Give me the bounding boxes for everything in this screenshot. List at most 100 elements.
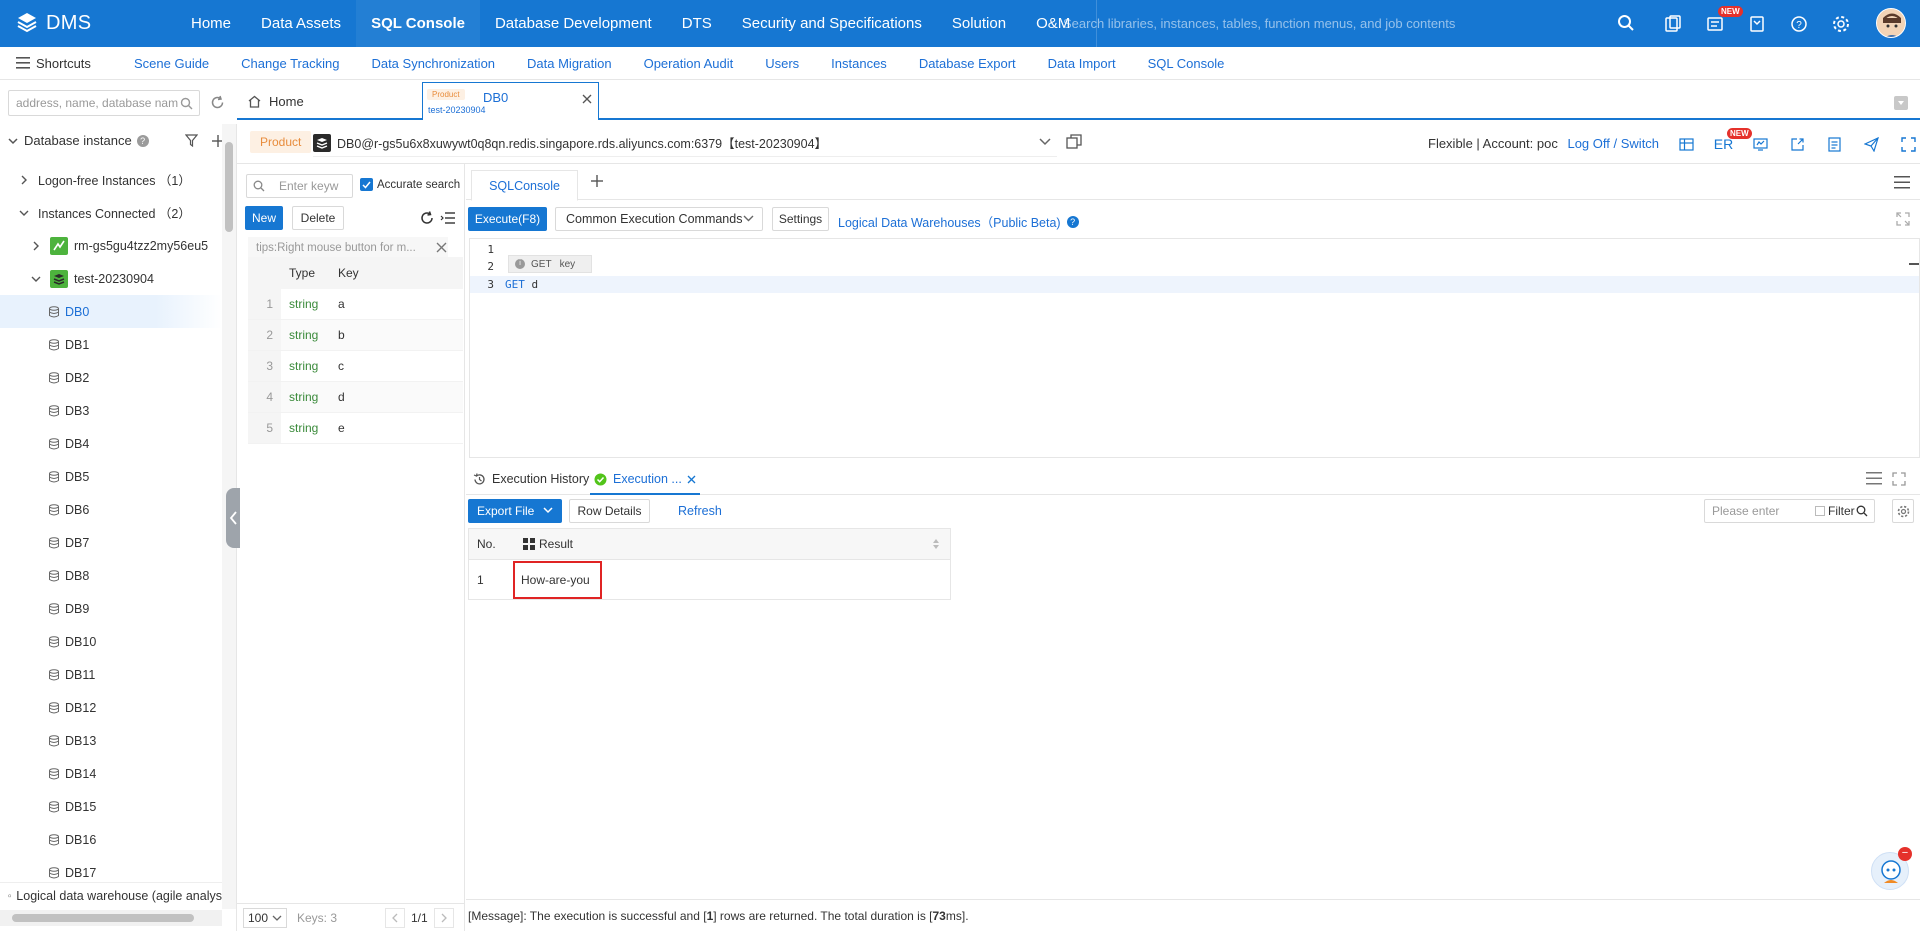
checkbox-unchecked-icon[interactable] <box>1815 506 1825 516</box>
autocomplete-hint[interactable]: i GET key <box>508 255 592 273</box>
result-settings-button[interactable] <box>1892 499 1914 523</box>
minus-badge-icon[interactable]: − <box>1898 847 1912 861</box>
nav-sql-console[interactable]: SQL Console <box>356 0 480 47</box>
connection-select[interactable]: DB0@r-gs5u6x8xuwywt0q8qn.redis.singapore… <box>313 129 1057 157</box>
logical-data-warehouse-item[interactable]: Logical data warehouse (agile analys <box>0 882 222 908</box>
chevron-down-icon[interactable] <box>8 136 18 146</box>
tree-database-db13[interactable]: DB13 <box>0 724 222 757</box>
link-data-synchronization[interactable]: Data Synchronization <box>355 56 511 71</box>
key-row[interactable]: 3 string c <box>248 351 463 382</box>
document-icon[interactable] <box>1816 136 1853 152</box>
search-icon[interactable] <box>1856 505 1868 517</box>
link-instances[interactable]: Instances <box>815 56 903 71</box>
execution-result-tab[interactable]: Execution ... <box>590 465 700 495</box>
tree-database-db16[interactable]: DB16 <box>0 823 222 856</box>
settings-gear-icon[interactable] <box>1820 0 1862 47</box>
help-icon[interactable]: ? <box>136 134 149 147</box>
next-page-button[interactable] <box>433 908 454 928</box>
table-icon[interactable] <box>1668 137 1705 152</box>
assistant-robot-button[interactable]: − <box>1871 847 1912 890</box>
log-off-link[interactable]: Log Off <box>1567 136 1609 151</box>
link-users[interactable]: Users <box>749 56 815 71</box>
delete-key-button[interactable]: Delete <box>292 206 344 230</box>
menu-icon[interactable] <box>1894 176 1910 189</box>
link-database-export[interactable]: Database Export <box>903 56 1032 71</box>
tree-database-db8[interactable]: DB8 <box>0 559 222 592</box>
link-change-tracking[interactable]: Change Tracking <box>225 56 355 71</box>
scroll-thumb[interactable] <box>12 914 194 922</box>
tree-logon-free[interactable]: Logon-free Instances （1） <box>0 163 222 196</box>
new-key-button[interactable]: New <box>245 206 283 230</box>
result-row[interactable]: 1 How-are-you <box>469 560 950 599</box>
menu-icon[interactable] <box>1866 472 1882 485</box>
row-details-button[interactable]: Row Details <box>569 499 650 523</box>
add-tab-icon[interactable] <box>591 175 603 187</box>
key-row[interactable]: 1 string a <box>248 289 463 320</box>
help-icon[interactable]: ? <box>1066 215 1079 228</box>
refresh-icon[interactable] <box>420 211 434 225</box>
filter-icon[interactable] <box>184 134 198 147</box>
key-row[interactable]: 4 string d <box>248 382 463 413</box>
accurate-search-checkbox[interactable]: Accurate search <box>360 178 460 191</box>
link-data-migration[interactable]: Data Migration <box>511 56 628 71</box>
link-sql-console[interactable]: SQL Console <box>1132 56 1241 71</box>
result-column-header[interactable]: Result <box>517 529 950 559</box>
logical-dw-link[interactable]: Logical Data Warehouses（Public Beta) ? <box>838 212 1079 231</box>
list-options-icon[interactable] <box>440 211 456 225</box>
execute-button[interactable]: Execute(F8) <box>468 207 547 231</box>
link-data-import[interactable]: Data Import <box>1032 56 1132 71</box>
tree-database-db14[interactable]: DB14 <box>0 757 222 790</box>
nav-dts[interactable]: DTS <box>667 0 727 47</box>
chevron-right-icon[interactable] <box>30 241 42 251</box>
search-icon[interactable] <box>180 97 193 110</box>
switch-link[interactable]: Switch <box>1621 136 1659 151</box>
tree-instance-test[interactable]: test-20230904 <box>0 262 222 295</box>
tree-database-db1[interactable]: DB1 <box>0 328 222 361</box>
code-editor[interactable]: 1 2 3 i GET key GET d <box>469 238 1920 458</box>
nav-database-development[interactable]: Database Development <box>480 0 667 47</box>
settings-button[interactable]: Settings <box>772 207 829 231</box>
fullscreen-icon[interactable] <box>1896 212 1910 226</box>
page-size-select[interactable]: 100 <box>243 907 287 928</box>
tree-database-db15[interactable]: DB15 <box>0 790 222 823</box>
refresh-icon[interactable] <box>210 95 225 110</box>
nav-data-assets[interactable]: Data Assets <box>246 0 356 47</box>
nav-solution[interactable]: Solution <box>937 0 1021 47</box>
shortcuts-menu[interactable]: Shortcuts <box>0 56 118 71</box>
tree-database-db0[interactable]: DB0 <box>0 295 222 328</box>
tree-database-db2[interactable]: DB2 <box>0 361 222 394</box>
fullscreen-icon[interactable] <box>1892 472 1906 486</box>
close-icon[interactable] <box>582 94 592 104</box>
sqlconsole-tab[interactable]: SQLConsole <box>471 170 578 201</box>
common-commands-dropdown[interactable]: Common Execution Commands <box>555 207 763 231</box>
key-row[interactable]: 2 string b <box>248 320 463 351</box>
chevron-down-icon[interactable] <box>18 208 30 218</box>
tree-instance-rm[interactable]: rm-gs5gu4tzz2my56eu5 <box>0 229 222 262</box>
tree-database-db10[interactable]: DB10 <box>0 625 222 658</box>
tab-dropdown-icon[interactable] <box>1894 96 1908 110</box>
tree-database-db4[interactable]: DB4 <box>0 427 222 460</box>
filter-checkbox[interactable]: Filter <box>1815 504 1855 518</box>
user-avatar[interactable] <box>1876 8 1906 38</box>
help-icon[interactable]: ? <box>1778 0 1820 47</box>
tree-database-db5[interactable]: DB5 <box>0 460 222 493</box>
search-icon[interactable] <box>1617 14 1635 32</box>
scroll-thumb[interactable] <box>225 142 233 232</box>
bookmark-icon[interactable] <box>1736 0 1778 47</box>
nav-security[interactable]: Security and Specifications <box>727 0 937 47</box>
close-icon[interactable] <box>436 242 447 253</box>
export-icon[interactable] <box>1779 137 1816 152</box>
checkbox-checked-icon[interactable] <box>360 178 373 191</box>
chevron-right-icon[interactable] <box>18 175 30 185</box>
send-icon[interactable] <box>1853 136 1890 152</box>
tree-database-db9[interactable]: DB9 <box>0 592 222 625</box>
execution-history-tab[interactable]: Execution History <box>473 472 589 486</box>
close-icon[interactable] <box>687 475 696 484</box>
address-search-input[interactable]: address, name, database nam <box>8 90 200 116</box>
tree-database-db3[interactable]: DB3 <box>0 394 222 427</box>
result-cell-highlighted[interactable]: How-are-you <box>513 560 602 599</box>
export-file-button[interactable]: Export File <box>468 499 562 523</box>
tree-database-db6[interactable]: DB6 <box>0 493 222 526</box>
ticket-icon[interactable]: NEW <box>1694 0 1743 47</box>
tree-database-db11[interactable]: DB11 <box>0 658 222 691</box>
